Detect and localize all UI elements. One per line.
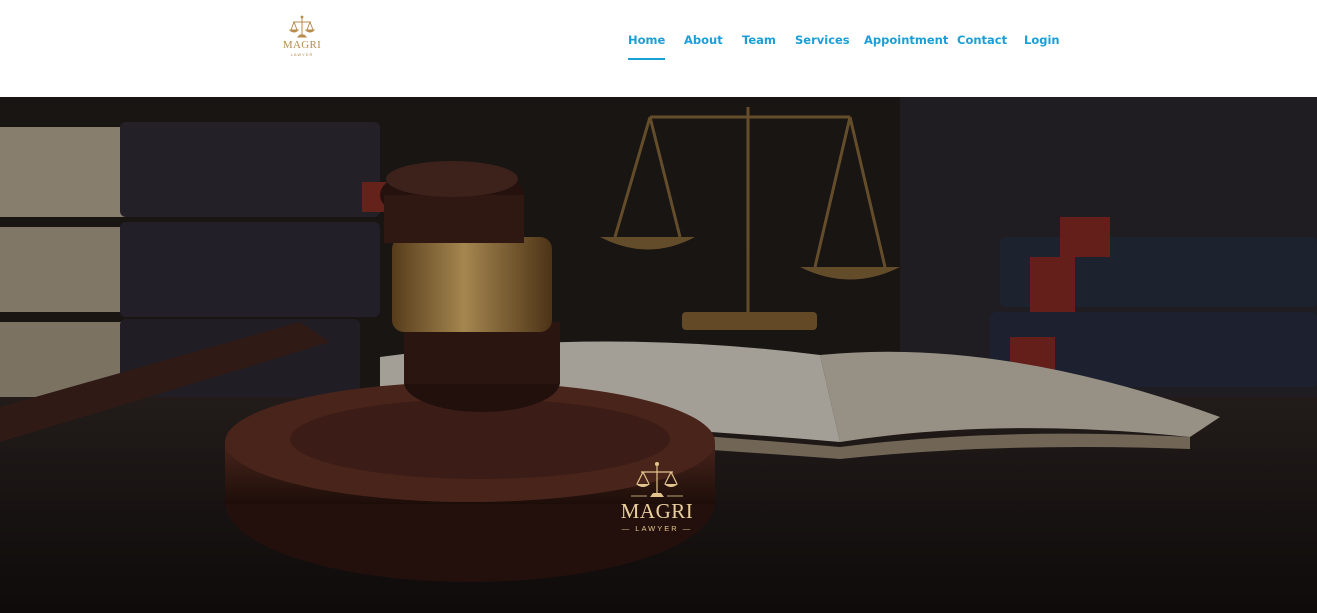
- nav-login[interactable]: Login: [1024, 33, 1060, 47]
- brand-title: MAGRI: [282, 39, 322, 51]
- nav-services[interactable]: Services: [795, 33, 850, 47]
- nav-contact[interactable]: Contact: [957, 33, 1007, 47]
- nav-home[interactable]: Home: [628, 33, 666, 60]
- nav-about[interactable]: About: [684, 33, 723, 47]
- scales-of-justice-icon: [631, 462, 683, 497]
- hero-logo-subtitle: — LAWYER —: [621, 524, 693, 533]
- hero-logo-title: MAGRI: [620, 499, 694, 523]
- hero-banner: MAGRI — LAWYER —: [0, 97, 1317, 613]
- brand-subtitle: LAWYER: [290, 52, 314, 57]
- nav-team[interactable]: Team: [742, 33, 776, 47]
- site-header: MAGRI LAWYER Home About Team Services Ap…: [0, 0, 1317, 97]
- nav-appointment[interactable]: Appointment: [864, 33, 948, 47]
- hero-logo: MAGRI — LAWYER —: [617, 460, 697, 535]
- brand-logo[interactable]: MAGRI LAWYER: [280, 14, 324, 60]
- hero-dark-overlay: [0, 97, 1317, 613]
- scales-of-justice-icon: [288, 15, 316, 38]
